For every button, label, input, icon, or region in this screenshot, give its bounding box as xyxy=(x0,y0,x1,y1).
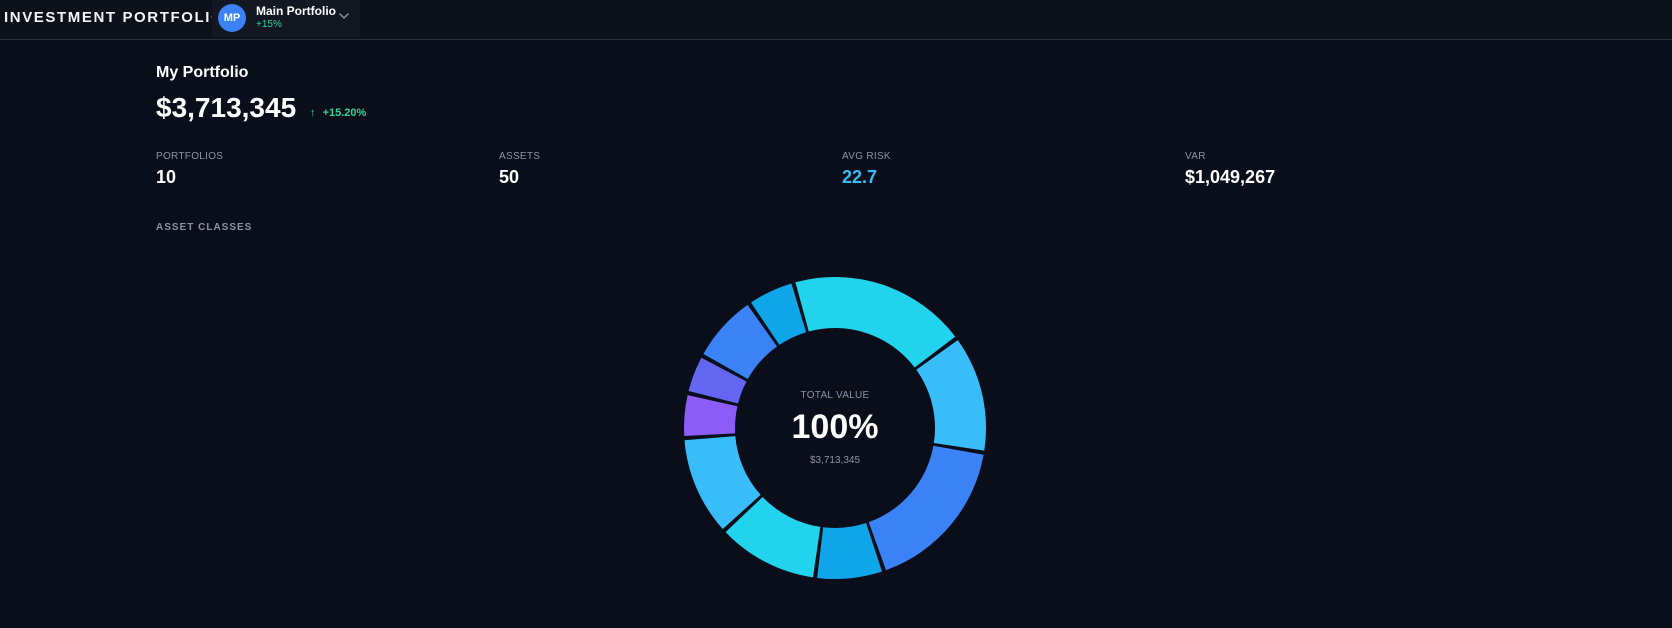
asset-classes-donut-chart xyxy=(684,277,987,580)
donut-center-percent: 100% xyxy=(791,408,879,446)
donut-center-label: TOTAL VALUE xyxy=(800,390,870,401)
donut-slice-1[interactable] xyxy=(795,277,956,368)
donut-center-value: $3,713,345 xyxy=(809,455,861,466)
